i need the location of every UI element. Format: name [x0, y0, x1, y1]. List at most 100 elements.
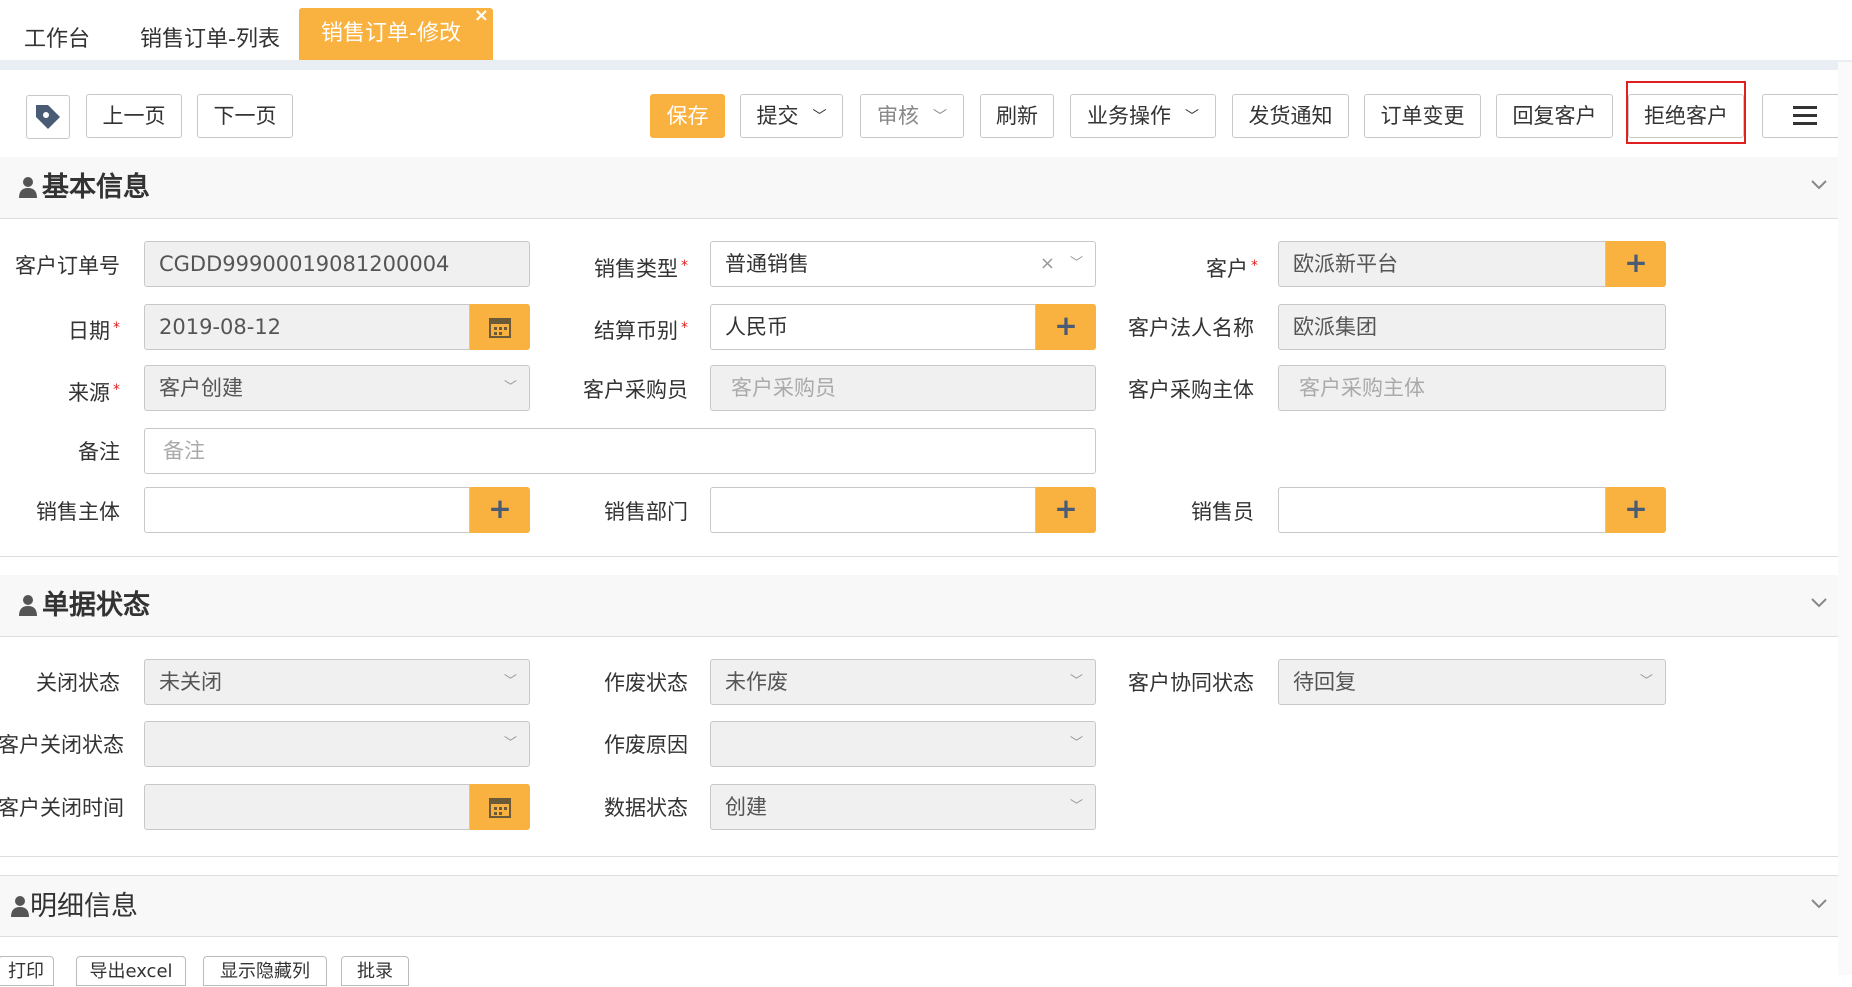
required-mark: *	[1251, 258, 1258, 274]
placeholder: 备注	[163, 439, 205, 463]
detail-title: 明细信息	[10, 876, 138, 938]
business-operation-dropdown-button[interactable]: 业务操作 ﹀	[1070, 94, 1216, 138]
buyer-entity-field[interactable]: 客户采购主体	[1278, 365, 1666, 411]
close-icon[interactable]: ×	[474, 6, 489, 26]
status-header[interactable]: 单据状态	[0, 575, 1846, 637]
user-icon	[19, 177, 37, 198]
prev-page-button[interactable]: 上一页	[86, 94, 182, 138]
legal-name-field[interactable]: 欧派集团	[1278, 304, 1666, 350]
customer-close-time-label: 客户关闭时间	[0, 796, 124, 820]
status-title: 单据状态	[18, 575, 150, 637]
customer-order-no-field[interactable]: CGDD99900019081200004	[144, 241, 530, 287]
collab-status-select[interactable]: 待回复 ﹀	[1278, 659, 1666, 705]
placeholder: 客户采购员	[731, 376, 836, 400]
menu-button[interactable]	[1762, 94, 1848, 138]
customer-close-status-select[interactable]: ﹀	[144, 721, 530, 767]
void-status-label: 作废状态	[604, 671, 688, 695]
reply-customer-button[interactable]: 回复客户	[1496, 94, 1613, 138]
salesman-field[interactable]	[1278, 487, 1606, 533]
basic-info-header[interactable]: 基本信息	[0, 157, 1846, 219]
chevron-down-icon: ﹀	[503, 736, 517, 751]
data-status-select[interactable]: 创建 ﹀	[710, 784, 1096, 830]
currency-label: 结算币别 *	[560, 306, 688, 350]
tab-workbench[interactable]: 工作台	[24, 0, 90, 60]
label-text: 销售类型	[594, 257, 678, 281]
highlight-box	[1626, 81, 1746, 144]
customer-order-no-label: 客户订单号	[15, 254, 120, 278]
label-text: 日期	[68, 319, 110, 343]
user-icon	[11, 896, 29, 917]
close-status-select[interactable]: 未关闭 ﹀	[144, 659, 530, 705]
detail-header[interactable]: 明细信息	[0, 875, 1846, 937]
remark-label: 备注	[78, 440, 120, 464]
submit-dropdown-button[interactable]: 提交 ﹀	[740, 94, 843, 138]
customer-label: 客户 *	[1150, 244, 1258, 288]
collab-status-label: 客户协同状态	[1128, 671, 1254, 695]
sales-type-select[interactable]: 普通销售 × ﹀	[710, 241, 1096, 287]
chevron-down-icon: ﹀	[1185, 109, 1199, 125]
currency-field[interactable]: 人民币	[710, 304, 1036, 350]
sales-entity-label: 销售主体	[36, 500, 120, 524]
chevron-down-icon[interactable]	[1810, 593, 1828, 611]
calendar-icon	[489, 798, 511, 818]
source-label: 来源 *	[0, 368, 120, 412]
business-operation-label: 业务操作	[1087, 104, 1171, 128]
data-status-label: 数据状态	[604, 796, 688, 820]
date-picker-button[interactable]	[470, 784, 530, 830]
chevron-down-icon[interactable]	[1810, 894, 1828, 912]
add-customer-button[interactable]: +	[1606, 241, 1666, 287]
save-button[interactable]: 保存	[650, 94, 725, 138]
chevron-down-icon: ﹀	[503, 674, 517, 689]
customer-close-status-label: 客户关闭状态	[0, 733, 124, 757]
print-button[interactable]: 打印	[0, 956, 54, 986]
plus-icon: +	[1054, 492, 1078, 525]
add-sales-dept-button[interactable]: +	[1036, 487, 1096, 533]
date-label: 日期 *	[0, 306, 120, 350]
ship-notice-button[interactable]: 发货通知	[1232, 94, 1349, 138]
chevron-down-icon: ﹀	[1069, 674, 1083, 689]
select-value: 普通销售	[725, 252, 809, 276]
section-title-text: 单据状态	[42, 590, 150, 621]
remark-field[interactable]: 备注	[144, 428, 1096, 474]
clear-icon[interactable]: ×	[1040, 242, 1055, 286]
toggle-columns-button[interactable]: 显示隐藏列	[203, 956, 327, 986]
scrollbar[interactable]	[1838, 62, 1852, 975]
salesman-label: 销售员	[1191, 500, 1254, 524]
customer-close-time-field[interactable]	[144, 784, 470, 830]
section-title-text: 明细信息	[30, 891, 138, 922]
batch-entry-button[interactable]: 批录	[341, 956, 409, 986]
tab-label: 销售订单-修改	[321, 21, 461, 46]
chevron-down-icon: ﹀	[503, 380, 517, 395]
chevron-down-icon[interactable]	[1810, 175, 1828, 193]
sales-type-label: 销售类型 *	[560, 244, 688, 288]
required-mark: *	[681, 258, 688, 274]
add-salesman-button[interactable]: +	[1606, 487, 1666, 533]
export-excel-button[interactable]: 导出excel	[76, 956, 186, 986]
next-page-button[interactable]: 下一页	[197, 94, 293, 138]
audit-dropdown-button[interactable]: 审核 ﹀	[860, 94, 964, 138]
void-status-select[interactable]: 未作废 ﹀	[710, 659, 1096, 705]
buyer-field[interactable]: 客户采购员	[710, 365, 1096, 411]
label-text: 来源	[68, 381, 110, 405]
label-text: 结算币别	[594, 319, 678, 343]
tab-sales-order-edit[interactable]: 销售订单-修改 ×	[299, 6, 493, 60]
tab-bar-divider	[0, 60, 1852, 70]
refresh-button[interactable]: 刷新	[980, 94, 1054, 138]
void-reason-select[interactable]: ﹀	[710, 721, 1096, 767]
add-currency-button[interactable]: +	[1036, 304, 1096, 350]
sales-entity-field[interactable]	[144, 487, 470, 533]
buyer-label: 客户采购员	[583, 378, 688, 402]
chevron-down-icon: ﹀	[1069, 736, 1083, 751]
buyer-entity-label: 客户采购主体	[1128, 378, 1254, 402]
source-select[interactable]: 客户创建 ﹀	[144, 365, 530, 411]
label-text: 客户	[1206, 257, 1248, 281]
date-picker-button[interactable]	[470, 304, 530, 350]
add-sales-entity-button[interactable]: +	[470, 487, 530, 533]
customer-field[interactable]: 欧派新平台	[1278, 241, 1606, 287]
tab-sales-order-list[interactable]: 销售订单-列表	[140, 0, 280, 60]
order-change-button[interactable]: 订单变更	[1364, 94, 1481, 138]
tag-button[interactable]	[26, 95, 70, 139]
audit-label: 审核	[877, 104, 919, 128]
sales-dept-field[interactable]	[710, 487, 1036, 533]
date-field[interactable]: 2019-08-12	[144, 304, 470, 350]
